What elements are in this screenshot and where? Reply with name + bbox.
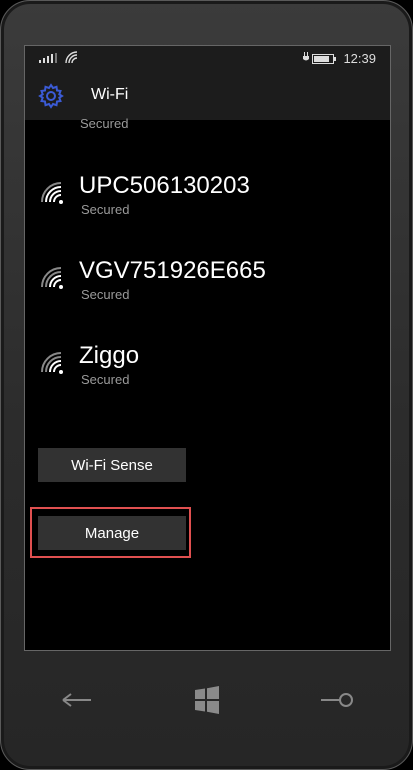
network-name: UPC506130203: [79, 172, 250, 199]
wifi-sense-button[interactable]: Wi-Fi Sense: [38, 448, 186, 482]
hardware-nav-bar: [1, 651, 412, 751]
phone-frame: 12:39 Wi-Fi Secured UPC506130203 Secured…: [0, 0, 413, 770]
wifi-status-icon: [65, 51, 78, 64]
network-status-partial: Secured: [80, 116, 129, 131]
network-status: Secured: [81, 202, 130, 217]
status-time: 12:39: [343, 51, 376, 66]
network-item[interactable]: UPC506130203 Secured: [25, 172, 390, 232]
network-status: Secured: [81, 372, 130, 387]
wifi-signal-icon: [41, 352, 63, 374]
status-bar: 12:39: [25, 46, 390, 72]
battery-icon: [312, 54, 336, 64]
charging-icon: [303, 52, 309, 61]
page-title: Wi-Fi: [91, 86, 129, 103]
network-status: Secured: [81, 287, 130, 302]
search-icon[interactable]: [315, 681, 359, 719]
phone-screen: 12:39 Wi-Fi Secured UPC506130203 Secured…: [24, 45, 391, 651]
wifi-signal-icon: [41, 182, 63, 204]
back-arrow-icon[interactable]: [55, 681, 99, 719]
windows-logo-icon[interactable]: [185, 681, 229, 719]
network-name: Ziggo: [79, 342, 140, 369]
app-header: Wi-Fi: [25, 72, 390, 120]
network-item[interactable]: VGV751926E665 Secured: [25, 257, 390, 317]
network-list: Secured UPC506130203 Secured VGV751926E6…: [25, 116, 390, 650]
gear-icon: [38, 83, 64, 109]
manage-button[interactable]: Manage: [38, 516, 186, 550]
network-item[interactable]: Ziggo Secured: [25, 342, 390, 402]
network-name: VGV751926E665: [79, 257, 266, 284]
signal-strength-icon: [39, 53, 57, 63]
wifi-signal-icon: [41, 267, 63, 289]
